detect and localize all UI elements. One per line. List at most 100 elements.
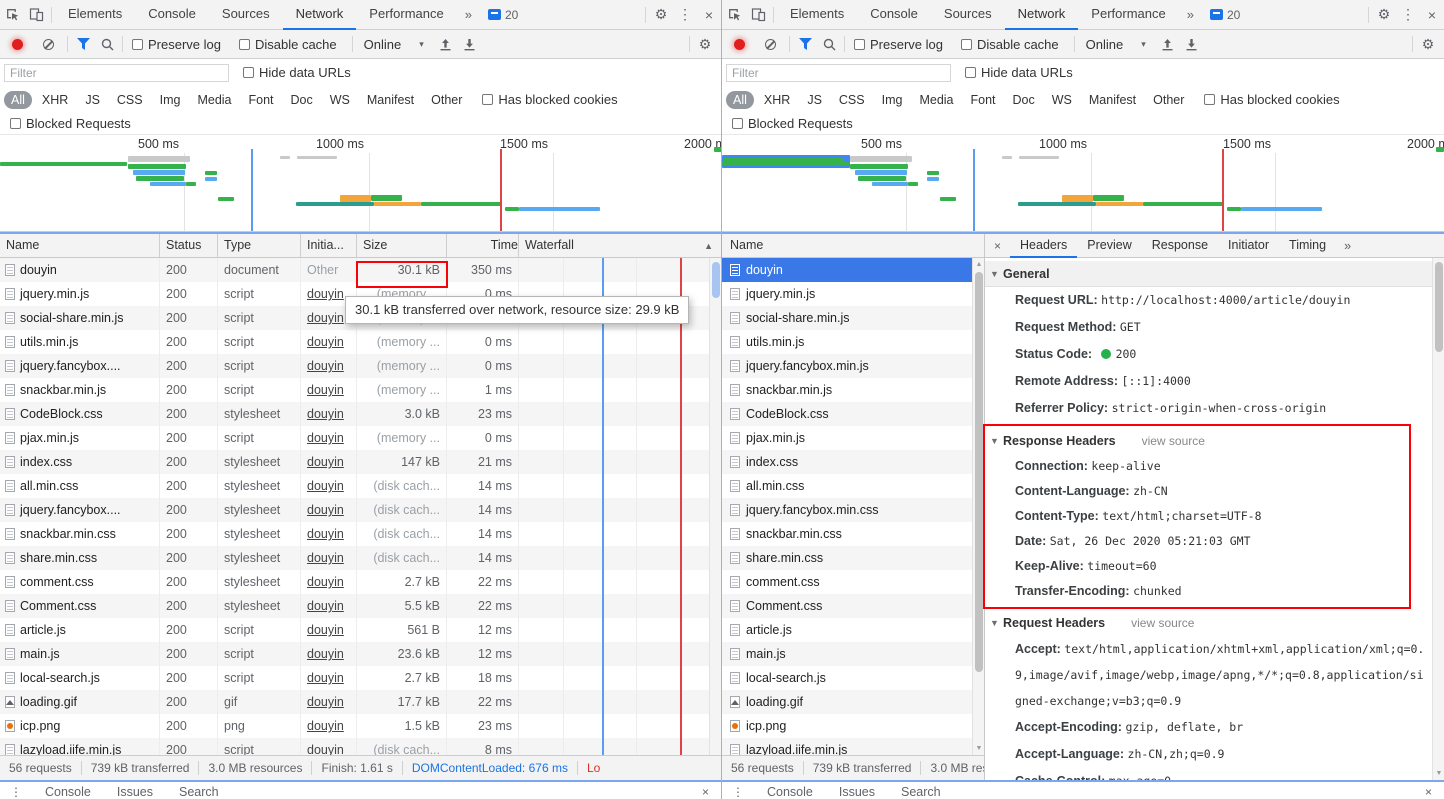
section-header-general[interactable]: ▼General <box>985 261 1444 287</box>
filter-pill-ws[interactable]: WS <box>323 91 357 109</box>
initiator-link[interactable]: douyin <box>307 719 344 733</box>
table-row[interactable]: jquery.fancybox....200stylesheetdouyin(d… <box>0 498 721 522</box>
initiator-link[interactable]: douyin <box>307 383 344 397</box>
blocked-requests-checkbox[interactable] <box>732 118 743 129</box>
list-item[interactable]: local-search.js <box>722 666 984 690</box>
initiator-link[interactable]: douyin <box>307 695 344 709</box>
initiator-link[interactable]: douyin <box>307 359 344 373</box>
view-source-link[interactable]: view source <box>1131 616 1194 630</box>
initiator-link[interactable]: douyin <box>307 311 344 325</box>
preserve-log-checkbox[interactable] <box>132 39 143 50</box>
filter-input[interactable] <box>4 64 229 82</box>
vertical-scrollbar[interactable]: ▼ <box>1432 258 1444 780</box>
list-item[interactable]: lazyload.iife.min.js <box>722 738 984 755</box>
tab-network[interactable]: Network <box>1005 0 1079 30</box>
detail-tab-response[interactable]: Response <box>1142 234 1218 258</box>
network-settings-gear-icon[interactable]: ⚙ <box>693 31 717 57</box>
scrollbar-thumb[interactable] <box>975 272 983 672</box>
inspect-icon[interactable] <box>0 2 24 28</box>
filter-pill-js[interactable]: JS <box>800 91 829 109</box>
table-row[interactable]: pjax.min.js200scriptdouyin(memory ...0 m… <box>0 426 721 450</box>
list-item[interactable]: snackbar.min.js <box>722 378 984 402</box>
tab-sources[interactable]: Sources <box>209 0 283 30</box>
issues-badge-icon[interactable] <box>488 9 501 20</box>
network-table-header[interactable]: NameStatusTypeInitia...SizeTimeWaterfall… <box>0 232 721 258</box>
list-item[interactable]: loading.gif <box>722 690 984 714</box>
issues-badge-icon[interactable] <box>1210 9 1223 20</box>
preserve-log-checkbox[interactable] <box>854 39 865 50</box>
table-row[interactable]: icp.png200pngdouyin1.5 kB23 ms <box>0 714 721 738</box>
table-row[interactable]: share.min.css200stylesheetdouyin(disk ca… <box>0 546 721 570</box>
kebab-menu-icon[interactable]: ⋮ <box>1396 2 1420 28</box>
timeline-overview[interactable]: 500 ms1000 ms1500 ms2000 ms <box>0 135 721 232</box>
list-item[interactable]: snackbar.min.css <box>722 522 984 546</box>
drawer-tab-console[interactable]: Console <box>754 782 826 799</box>
tab-console[interactable]: Console <box>135 0 209 30</box>
list-item[interactable]: comment.css <box>722 570 984 594</box>
filter-pill-css[interactable]: CSS <box>832 91 872 109</box>
more-tabs-icon[interactable]: » <box>1179 7 1202 22</box>
table-row[interactable]: main.js200scriptdouyin23.6 kB12 ms <box>0 642 721 666</box>
inspect-icon[interactable] <box>722 2 746 28</box>
filter-pill-xhr[interactable]: XHR <box>35 91 75 109</box>
scroll-down-icon[interactable]: ▼ <box>1433 770 1444 777</box>
table-row[interactable]: loading.gif200gifdouyin17.7 kB22 ms <box>0 690 721 714</box>
drawer-tab-issues[interactable]: Issues <box>826 782 888 799</box>
drawer-tab-search[interactable]: Search <box>888 782 954 799</box>
filter-pill-ws[interactable]: WS <box>1045 91 1079 109</box>
column-header-name[interactable]: Name <box>0 234 160 257</box>
list-item[interactable]: douyin <box>722 258 984 282</box>
filter-pill-manifest[interactable]: Manifest <box>360 91 421 109</box>
device-toolbar-icon[interactable] <box>24 2 48 28</box>
table-row[interactable]: snackbar.min.css200stylesheetdouyin(disk… <box>0 522 721 546</box>
hide-data-urls-checkbox[interactable] <box>965 67 976 78</box>
filter-pill-manifest[interactable]: Manifest <box>1082 91 1143 109</box>
drawer-tab-bar[interactable]: ⋮ConsoleIssuesSearch× <box>722 780 1444 799</box>
list-item[interactable]: jquery.min.js <box>722 282 984 306</box>
initiator-link[interactable]: douyin <box>307 431 344 445</box>
initiator-link[interactable]: douyin <box>307 527 344 541</box>
kebab-menu-icon[interactable]: ⋮ <box>722 782 754 799</box>
drawer-tab-issues[interactable]: Issues <box>104 782 166 799</box>
clear-icon[interactable] <box>765 39 776 50</box>
table-row[interactable]: utils.min.js200scriptdouyin(memory ...0 … <box>0 330 721 354</box>
filter-pill-font[interactable]: Font <box>242 91 281 109</box>
initiator-link[interactable]: douyin <box>307 743 344 755</box>
initiator-link[interactable]: douyin <box>307 647 344 661</box>
initiator-link[interactable]: douyin <box>307 503 344 517</box>
filter-pill-font[interactable]: Font <box>964 91 1003 109</box>
initiator-link[interactable]: douyin <box>307 671 344 685</box>
column-header-initia[interactable]: Initia... <box>301 234 357 257</box>
list-item[interactable]: utils.min.js <box>722 330 984 354</box>
filter-funnel-icon[interactable] <box>71 31 95 57</box>
blocked-requests-checkbox[interactable] <box>10 118 21 129</box>
filter-pill-xhr[interactable]: XHR <box>757 91 797 109</box>
device-toolbar-icon[interactable] <box>746 2 770 28</box>
table-row[interactable]: snackbar.min.js200scriptdouyin(memory ..… <box>0 378 721 402</box>
filter-pill-doc[interactable]: Doc <box>1006 91 1042 109</box>
filter-pill-img[interactable]: Img <box>153 91 188 109</box>
column-header-time[interactable]: Time <box>447 234 519 257</box>
filter-input[interactable] <box>726 64 951 82</box>
tab-elements[interactable]: Elements <box>55 0 135 30</box>
detail-tab-preview[interactable]: Preview <box>1077 234 1141 258</box>
disable-cache-checkbox[interactable] <box>239 39 250 50</box>
search-icon[interactable] <box>817 31 841 57</box>
close-devtools-icon[interactable]: × <box>1420 2 1444 28</box>
close-drawer-icon[interactable]: × <box>690 782 721 799</box>
column-header-waterfall[interactable]: Waterfall▲ <box>519 234 721 257</box>
initiator-link[interactable]: douyin <box>307 407 344 421</box>
kebab-menu-icon[interactable]: ⋮ <box>0 782 32 799</box>
initiator-link[interactable]: douyin <box>307 455 344 469</box>
initiator-link[interactable]: douyin <box>307 479 344 493</box>
table-row[interactable]: lazyload.iife.min.js200scriptdouyin(disk… <box>0 738 721 755</box>
filter-pill-all[interactable]: All <box>4 91 32 109</box>
throttling-select[interactable]: Online <box>364 37 402 52</box>
has-blocked-cookies-checkbox[interactable] <box>1204 94 1215 105</box>
tab-console[interactable]: Console <box>857 0 931 30</box>
initiator-link[interactable]: douyin <box>307 623 344 637</box>
list-item[interactable]: all.min.css <box>722 474 984 498</box>
request-list[interactable]: douyinjquery.min.jssocial-share.min.jsut… <box>722 258 984 755</box>
more-tabs-icon[interactable]: » <box>457 7 480 22</box>
table-row[interactable]: article.js200scriptdouyin561 B12 ms <box>0 618 721 642</box>
